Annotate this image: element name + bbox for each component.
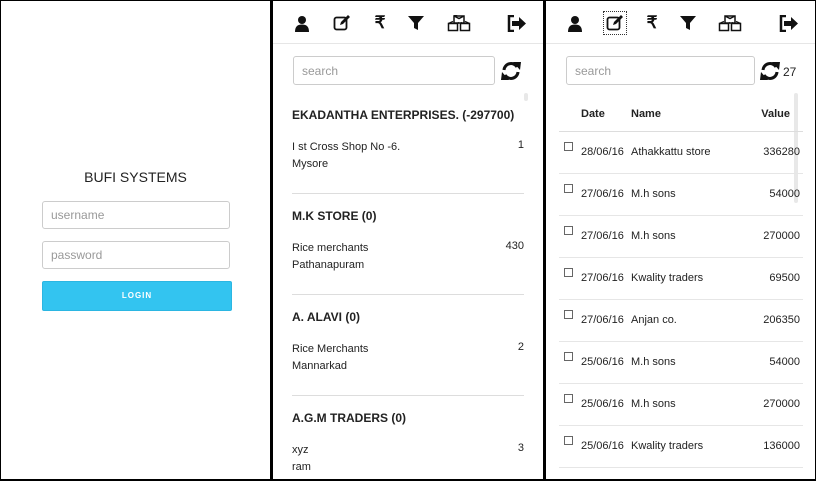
row-checkbox[interactable] bbox=[564, 310, 573, 319]
row-name: Anjan co. bbox=[631, 314, 677, 326]
party-name: M.K STORE (0) bbox=[292, 209, 377, 223]
table-row[interactable]: 25/06/16 M.h sons 54000 bbox=[559, 342, 803, 384]
table-row[interactable]: 28/06/16 Athakkattu store 336280 bbox=[559, 132, 803, 174]
row-checkbox[interactable] bbox=[564, 142, 573, 151]
party-count: 2 bbox=[517, 341, 524, 353]
password-input[interactable] bbox=[42, 241, 230, 269]
app-frame: BUFI SYSTEMS LOGIN ₹ bbox=[0, 0, 816, 481]
row-value: 270000 bbox=[763, 230, 800, 242]
username-input[interactable] bbox=[42, 201, 230, 229]
row-date: 25/06/16 bbox=[581, 398, 624, 410]
sign-out-icon[interactable] bbox=[507, 14, 527, 32]
row-name: Kwality traders bbox=[631, 272, 704, 284]
party-item[interactable]: EKADANTHA ENTERPRISES. (-297700) I st Cr… bbox=[292, 93, 524, 194]
refresh-icon[interactable] bbox=[759, 60, 781, 82]
table-row[interactable]: 25/06/16 M.h sons 270000 bbox=[559, 384, 803, 426]
row-value: 54000 bbox=[769, 356, 800, 368]
party-item[interactable]: A. ALAVI (0) Rice Merchants Mannarkad 2 bbox=[292, 295, 524, 396]
row-value: 206350 bbox=[763, 314, 800, 326]
party-address: Rice Merchants Mannarkad bbox=[292, 343, 369, 372]
orders-count: 27 bbox=[783, 65, 797, 79]
row-name: M.h sons bbox=[631, 356, 676, 368]
party-name: EKADANTHA ENTERPRISES. (-297700) bbox=[292, 108, 515, 122]
row-name: M.h sons bbox=[631, 398, 676, 410]
rupee-icon[interactable]: ₹ bbox=[643, 14, 661, 32]
column-date[interactable]: Date bbox=[581, 108, 605, 120]
login-panel: BUFI SYSTEMS LOGIN bbox=[1, 1, 270, 479]
rupee-icon[interactable]: ₹ bbox=[371, 14, 389, 32]
row-value: 54000 bbox=[769, 188, 800, 200]
table-header: Date Name Value bbox=[559, 93, 803, 132]
party-count: 3 bbox=[517, 442, 524, 454]
row-value: 270000 bbox=[763, 398, 800, 410]
row-name: Kwality traders bbox=[631, 440, 704, 452]
row-date: 25/06/16 bbox=[581, 356, 624, 368]
table-row[interactable]: 27/06/16 M.h sons 270000 bbox=[559, 216, 803, 258]
filter-icon[interactable] bbox=[679, 14, 697, 32]
row-name: Athakkattu store bbox=[631, 146, 711, 158]
refresh-icon[interactable] bbox=[500, 60, 522, 82]
toolbar: ₹ bbox=[546, 1, 815, 44]
row-date: 27/06/16 bbox=[581, 272, 624, 284]
orders-search-input[interactable] bbox=[566, 56, 755, 85]
row-name: M.h sons bbox=[631, 188, 676, 200]
party-item[interactable]: A.G.M TRADERS (0) xyz ram 3 bbox=[292, 396, 524, 479]
party-count: 430 bbox=[505, 240, 524, 252]
column-name[interactable]: Name bbox=[631, 108, 661, 120]
row-checkbox[interactable] bbox=[564, 226, 573, 235]
party-item[interactable]: M.K STORE (0) Rice merchants Pathanapuram… bbox=[292, 194, 524, 295]
row-date: 27/06/16 bbox=[581, 188, 624, 200]
table-row[interactable]: 27/06/16 M.h sons 54000 bbox=[559, 174, 803, 216]
sign-out-icon[interactable] bbox=[779, 14, 799, 32]
party-search-input[interactable] bbox=[293, 56, 495, 85]
row-date: 28/06/16 bbox=[581, 146, 624, 158]
row-checkbox[interactable] bbox=[564, 436, 573, 445]
party-address: I st Cross Shop No -6. Mysore bbox=[292, 141, 401, 170]
orders-panel: ₹ 27 Date Name Value 28/06/16 Athakkattu … bbox=[546, 1, 815, 479]
edit-icon[interactable] bbox=[333, 14, 351, 32]
user-icon[interactable] bbox=[566, 14, 584, 32]
party-address: xyz ram bbox=[292, 444, 311, 473]
row-date: 27/06/16 bbox=[581, 230, 624, 242]
user-icon[interactable] bbox=[293, 14, 311, 32]
cubes-icon[interactable] bbox=[447, 14, 471, 32]
party-address: Rice merchants Pathanapuram bbox=[292, 242, 369, 271]
party-list-panel: ₹ EKADANTHA ENTERPRISES. (-297700) I st … bbox=[273, 1, 543, 479]
row-value: 136000 bbox=[763, 440, 800, 452]
cubes-icon[interactable] bbox=[718, 14, 742, 32]
table-row[interactable]: 27/06/16 Anjan co. 206350 bbox=[559, 300, 803, 342]
row-checkbox[interactable] bbox=[564, 352, 573, 361]
row-checkbox[interactable] bbox=[564, 184, 573, 193]
row-checkbox[interactable] bbox=[564, 394, 573, 403]
party-name: A.G.M TRADERS (0) bbox=[292, 411, 406, 425]
row-value: 69500 bbox=[769, 272, 800, 284]
row-date: 27/06/16 bbox=[581, 314, 624, 326]
party-list: EKADANTHA ENTERPRISES. (-297700) I st Cr… bbox=[273, 93, 543, 479]
filter-icon[interactable] bbox=[407, 14, 425, 32]
party-count: 1 bbox=[517, 139, 524, 151]
row-date: 25/06/16 bbox=[581, 440, 624, 452]
login-button[interactable]: LOGIN bbox=[42, 281, 232, 311]
column-value[interactable]: Value bbox=[761, 108, 790, 120]
orders-table: Date Name Value 28/06/16 Athakkattu store… bbox=[559, 93, 803, 468]
edit-icon[interactable] bbox=[603, 11, 627, 35]
table-row[interactable]: 27/06/16 Kwality traders 69500 bbox=[559, 258, 803, 300]
party-name: A. ALAVI (0) bbox=[292, 310, 360, 324]
toolbar: ₹ bbox=[273, 1, 543, 44]
app-title: BUFI SYSTEMS bbox=[84, 169, 187, 185]
row-checkbox[interactable] bbox=[564, 268, 573, 277]
row-name: M.h sons bbox=[631, 230, 676, 242]
row-value: 336280 bbox=[763, 146, 800, 158]
table-row[interactable]: 25/06/16 Kwality traders 136000 bbox=[559, 426, 803, 468]
